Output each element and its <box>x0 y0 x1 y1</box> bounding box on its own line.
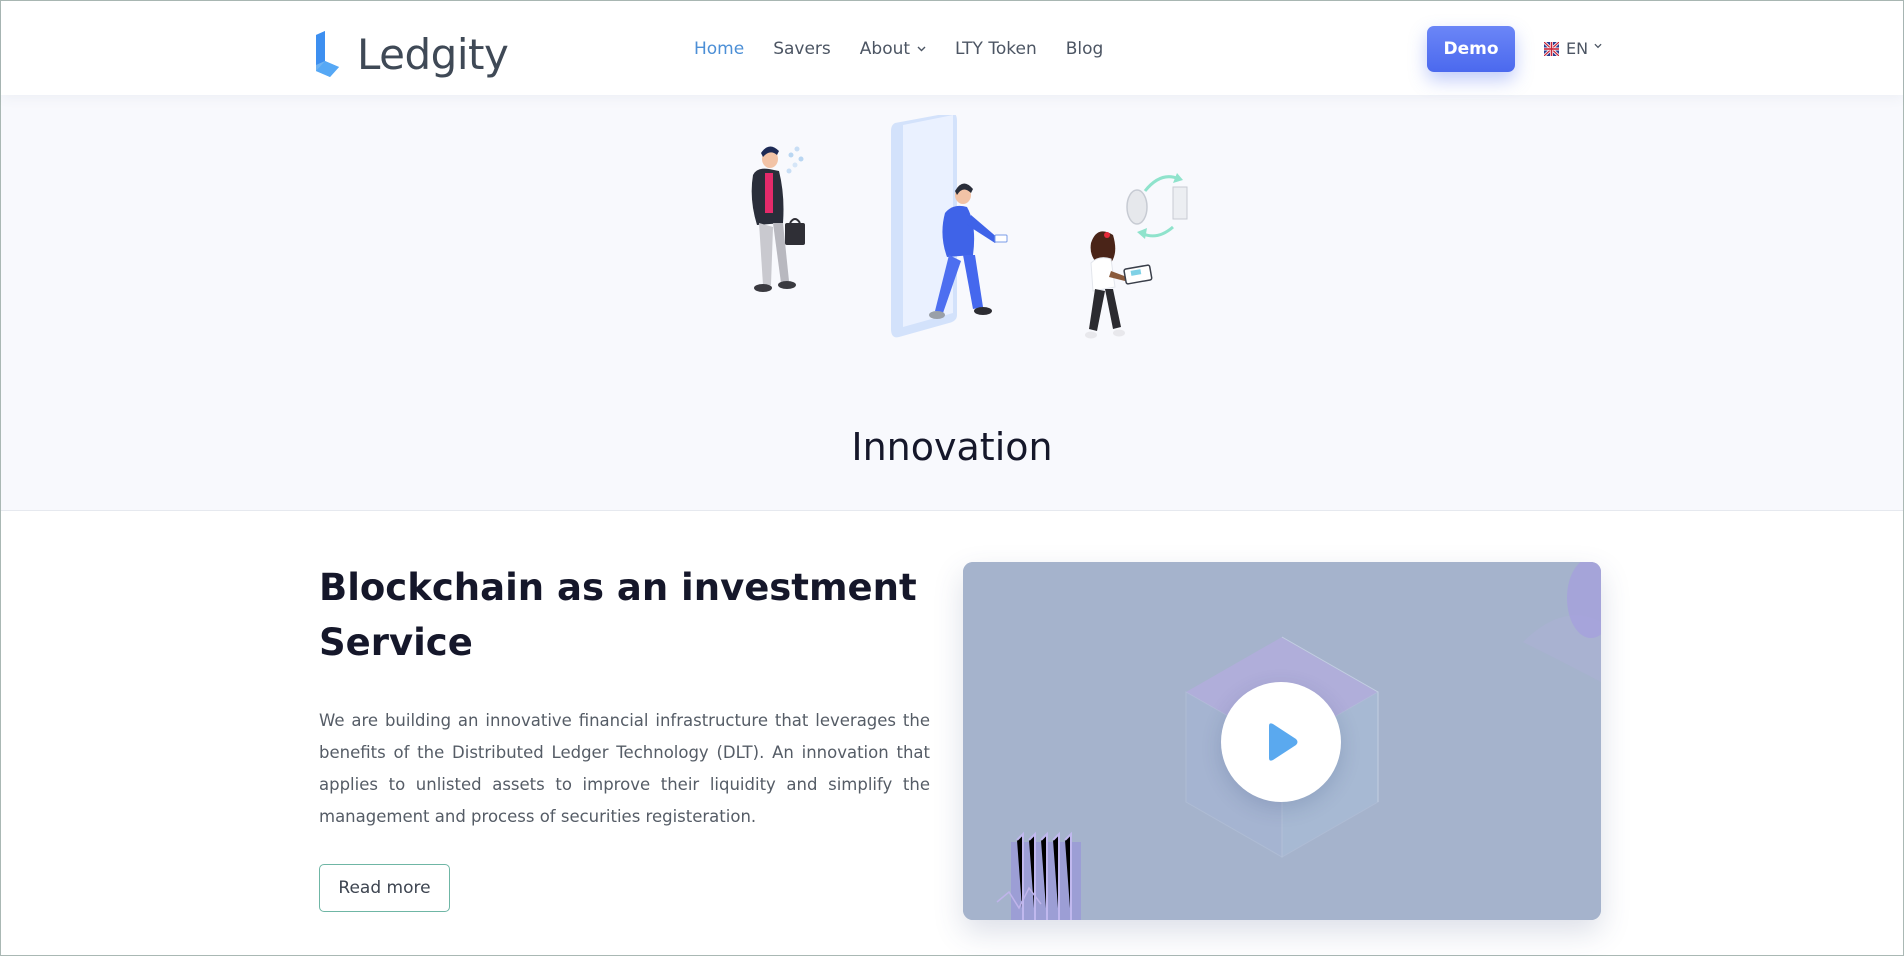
section-title-line1: Blockchain as an investment <box>319 566 917 609</box>
uk-flag-icon <box>1544 41 1559 56</box>
innovation-illustration <box>751 115 1188 339</box>
play-icon <box>1269 723 1298 761</box>
section-body: We are building an innovative financial … <box>319 711 930 826</box>
section-title-line2: Service <box>319 621 473 664</box>
video-player[interactable] <box>963 562 1601 920</box>
nav-blog-label: Blog <box>1065 39 1104 59</box>
logo-text: Ledgity <box>357 29 509 79</box>
nav-savers-label: Savers <box>773 39 831 59</box>
read-more-button[interactable]: Read more <box>319 864 450 912</box>
nav-lty-token-label: LTY Token <box>955 39 1037 59</box>
chevron-down-icon <box>1594 43 1602 48</box>
woman-with-tablet-figure <box>1085 231 1153 339</box>
hero-title: Innovation <box>851 425 1053 469</box>
nav-blog[interactable]: Blog <box>1066 39 1104 59</box>
chevron-down-icon <box>917 46 926 52</box>
exchange-arrows-icon <box>1126 173 1188 239</box>
language-selector[interactable]: EN <box>1544 39 1602 58</box>
businessman-figure <box>751 146 805 292</box>
nav-about-label: About <box>859 39 911 59</box>
hero-section: Innovation <box>1 95 1903 511</box>
nav-savers[interactable]: Savers <box>773 39 831 59</box>
play-button[interactable] <box>1221 682 1341 802</box>
nav-about[interactable]: About <box>860 39 926 59</box>
logo[interactable]: Ledgity <box>314 28 509 80</box>
site-header: Ledgity Home Savers About LTY Token Blog… <box>1 1 1903 95</box>
language-label: EN <box>1566 39 1589 58</box>
nav-lty-token[interactable]: LTY Token <box>955 39 1037 59</box>
ledgity-logo-icon <box>316 31 339 77</box>
demo-button[interactable]: Demo <box>1427 26 1515 72</box>
main-nav: Home Savers About LTY Token Blog <box>694 39 1132 59</box>
nav-home[interactable]: Home <box>694 39 744 59</box>
nav-home-label: Home <box>694 39 745 59</box>
section-title: Blockchain as an investment Service <box>319 560 919 670</box>
